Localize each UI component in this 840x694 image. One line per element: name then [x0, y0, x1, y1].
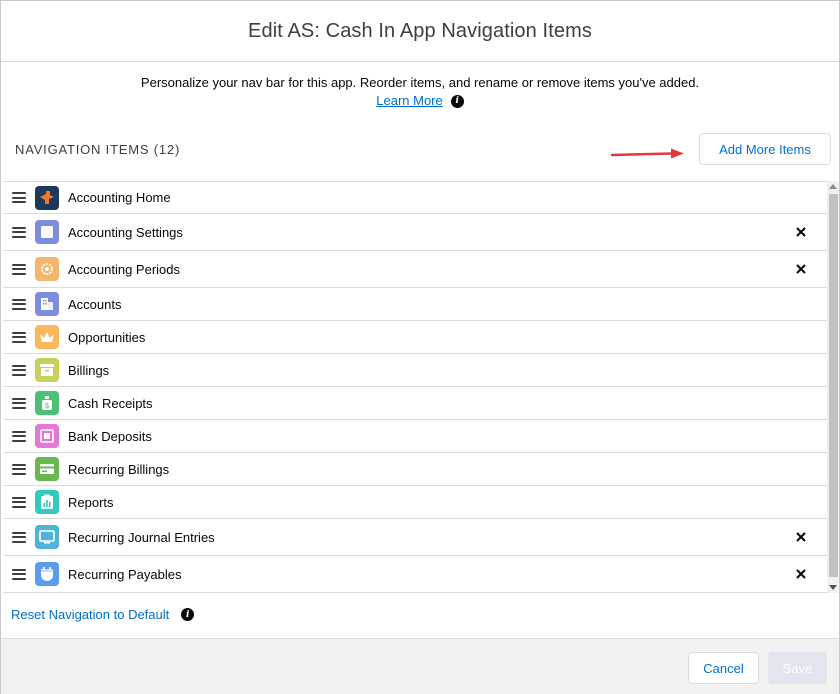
nav-item-label: Recurring Journal Entries: [68, 529, 215, 545]
nav-item-row[interactable]: Accounting Periods: [3, 251, 827, 288]
info-icon[interactable]: i: [450, 94, 464, 108]
monitor-icon: [35, 525, 59, 549]
drag-handle-icon[interactable]: [12, 463, 26, 475]
navigation-items-heading: NAVIGATION ITEMS (12): [15, 142, 181, 157]
drag-handle-icon[interactable]: [12, 568, 26, 580]
remove-item-icon[interactable]: [794, 530, 808, 544]
reset-navigation-link[interactable]: Reset Navigation to Default: [11, 607, 169, 622]
intro-text: Personalize your nav bar for this app. R…: [140, 75, 700, 90]
nav-item-label: Reports: [68, 494, 114, 510]
list-scrollbar[interactable]: [827, 181, 839, 593]
intro-section: Personalize your nav bar for this app. R…: [1, 74, 839, 110]
nav-item-row[interactable]: Accounting Settings: [3, 214, 827, 251]
modal-header: Edit AS: Cash In App Navigation Items: [1, 1, 839, 62]
nav-item-row[interactable]: Accounts: [3, 288, 827, 321]
nav-item-row[interactable]: Billings: [3, 354, 827, 387]
safe-icon: [35, 424, 59, 448]
svg-text:$: $: [44, 401, 49, 410]
remove-item-icon[interactable]: [794, 567, 808, 581]
nav-item-label: Recurring Payables: [68, 566, 182, 582]
nav-item-label: Recurring Billings: [68, 461, 170, 477]
nav-item-row[interactable]: Reports: [3, 486, 827, 519]
gear-icon: [35, 257, 59, 281]
nav-item-label: Accounts: [68, 296, 122, 312]
remove-item-icon[interactable]: [794, 262, 808, 276]
shield-calendar-icon: [35, 562, 59, 586]
card-icon: [35, 457, 59, 481]
nav-item-label: Cash Receipts: [68, 395, 153, 411]
nav-item-label: Accounting Home: [68, 190, 171, 205]
nav-item-label: Bank Deposits: [68, 428, 152, 444]
reset-row: Reset Navigation to Default i: [11, 607, 195, 622]
nav-item-row[interactable]: Recurring Payables: [3, 556, 827, 592]
building-icon: [35, 292, 59, 316]
nav-item-label: Opportunities: [68, 329, 146, 345]
nav-item-row[interactable]: Recurring Billings: [3, 453, 827, 486]
drag-handle-icon[interactable]: [12, 531, 26, 543]
drag-handle-icon[interactable]: [12, 226, 26, 238]
learn-more-link[interactable]: Learn More: [376, 92, 442, 110]
scroll-down-arrow-icon[interactable]: [829, 585, 837, 590]
cancel-button[interactable]: Cancel: [688, 652, 759, 684]
archive-box-icon: [35, 358, 59, 382]
nav-item-row[interactable]: Recurring Journal Entries: [3, 519, 827, 556]
annotation-arrow-icon: [611, 148, 684, 159]
nav-item-label: Accounting Settings: [68, 224, 183, 240]
nav-item-label: Accounting Periods: [68, 261, 181, 277]
reset-info-icon[interactable]: i: [181, 608, 195, 621]
modal-footer: Cancel Save: [1, 638, 839, 694]
drag-handle-icon[interactable]: [12, 397, 26, 409]
crown-icon: [35, 325, 59, 349]
accounting-home-icon: [35, 185, 59, 210]
scroll-thumb[interactable]: [829, 194, 838, 577]
drag-handle-icon[interactable]: [12, 430, 26, 442]
drag-handle-icon[interactable]: [12, 192, 26, 203]
drag-handle-icon[interactable]: [12, 496, 26, 508]
navigation-items-list: Accounting Home Accounting Settings Accoun…: [3, 181, 827, 593]
nav-item-row[interactable]: Opportunities: [3, 321, 827, 354]
learn-more-row: Learn More i: [1, 92, 839, 110]
scroll-up-arrow-icon[interactable]: [829, 184, 837, 189]
nav-item-row[interactable]: Bank Deposits: [3, 420, 827, 453]
nav-item-label: Billings: [68, 362, 110, 378]
save-button: Save: [768, 652, 827, 684]
nav-item-row[interactable]: Accounting Home: [3, 182, 827, 214]
add-more-items-button[interactable]: Add More Items: [699, 133, 831, 165]
money-bag-icon: $: [35, 391, 59, 415]
nav-item-row[interactable]: $ Cash Receipts: [3, 387, 827, 420]
drag-handle-icon[interactable]: [12, 331, 26, 343]
report-icon: [35, 490, 59, 514]
drag-handle-icon[interactable]: [12, 298, 26, 310]
modal-title: Edit AS: Cash In App Navigation Items: [248, 19, 592, 42]
settings-square-icon: [35, 220, 59, 244]
edit-navigation-modal: Edit AS: Cash In App Navigation Items Pe…: [0, 0, 840, 694]
drag-handle-icon[interactable]: [12, 364, 26, 376]
remove-item-icon[interactable]: [794, 225, 808, 239]
drag-handle-icon[interactable]: [12, 263, 26, 275]
